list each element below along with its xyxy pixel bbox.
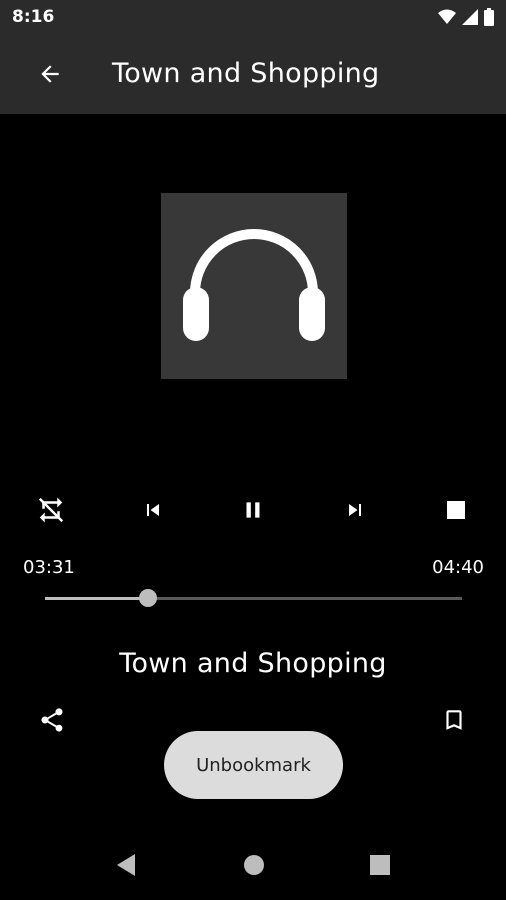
- app-bar: Town and Shopping: [0, 36, 506, 114]
- total-duration: 04:40: [432, 557, 484, 578]
- battery-icon: [484, 8, 494, 30]
- back-button[interactable]: [30, 56, 70, 96]
- status-bar: 8:16: [0, 0, 506, 36]
- bookmark-button[interactable]: [432, 700, 476, 744]
- nav-recents-icon: [369, 854, 391, 880]
- skip-previous-icon: [141, 498, 165, 526]
- status-icons: [438, 8, 494, 30]
- nav-back-button[interactable]: [111, 852, 141, 882]
- share-icon: [38, 706, 66, 738]
- arrow-back-icon: [37, 61, 63, 91]
- shuffle-button[interactable]: [29, 490, 73, 534]
- shuffle-off-icon: [36, 495, 66, 529]
- elapsed-time: 03:31: [23, 557, 75, 578]
- stop-button[interactable]: [434, 490, 478, 534]
- signal-icon: [462, 9, 478, 29]
- skip-next-icon: [343, 498, 367, 526]
- seek-thumb[interactable]: [139, 589, 158, 607]
- previous-button[interactable]: [131, 490, 175, 534]
- nav-home-button[interactable]: [239, 852, 269, 882]
- page-title: Town and Shopping: [112, 58, 380, 89]
- toast-message: Unbookmark: [164, 731, 343, 799]
- album-artwork: [161, 193, 347, 379]
- nav-home-icon: [243, 854, 265, 880]
- playback-controls: [0, 490, 506, 534]
- seek-progress: [45, 597, 149, 600]
- seek-bar[interactable]: [45, 589, 462, 607]
- track-title: Town and Shopping: [119, 648, 387, 679]
- bookmark-icon: [441, 706, 467, 738]
- pause-icon: [240, 497, 266, 527]
- nav-back-icon: [115, 853, 137, 881]
- wifi-icon: [438, 9, 456, 29]
- navigation-bar: [0, 834, 506, 900]
- share-button[interactable]: [30, 700, 74, 744]
- nav-recents-button[interactable]: [365, 852, 395, 882]
- headphones-icon: [181, 225, 327, 347]
- next-button[interactable]: [333, 490, 377, 534]
- stop-icon: [446, 500, 466, 524]
- status-time: 8:16: [12, 7, 55, 27]
- pause-button[interactable]: [231, 490, 275, 534]
